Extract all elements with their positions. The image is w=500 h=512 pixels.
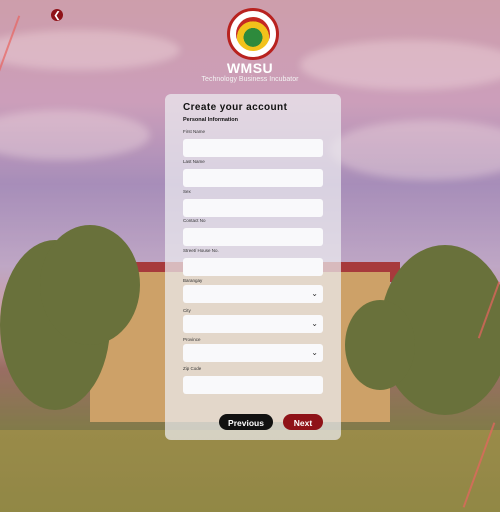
next-button[interactable]: Next: [283, 414, 323, 430]
chevron-down-icon: ⌄: [311, 289, 318, 298]
field-last-name: Last Name: [183, 159, 323, 187]
field-city: City ⌄: [183, 308, 323, 333]
field-label: Sex: [183, 189, 191, 194]
field-label: Barangay: [183, 278, 203, 283]
brand-subtitle: Technology Business Incubator: [201, 76, 299, 83]
brand-name: WMSU: [226, 60, 274, 76]
last-name-input[interactable]: [183, 169, 323, 187]
field-label: Contact No: [183, 218, 206, 223]
sex-input[interactable]: [183, 199, 323, 217]
field-sex: Sex: [183, 189, 323, 217]
barangay-select[interactable]: ⌄: [183, 285, 323, 303]
zip-code-input[interactable]: [183, 376, 323, 394]
field-street: Street/ House No.: [183, 248, 323, 276]
contact-no-input[interactable]: [183, 228, 323, 246]
chevron-down-icon: ⌄: [311, 319, 318, 328]
field-label: Last Name: [183, 159, 205, 164]
first-name-input[interactable]: [183, 139, 323, 157]
wmsu-tbi-logo: [227, 8, 279, 60]
field-label: Province: [183, 337, 201, 342]
field-contact-no: Contact No: [183, 218, 323, 246]
city-select[interactable]: ⌄: [183, 315, 323, 333]
form-title: Create your account: [183, 102, 288, 113]
field-province: Province ⌄: [183, 337, 323, 362]
chevron-left-icon: ❮: [53, 10, 61, 20]
chevron-down-icon: ⌄: [311, 348, 318, 357]
field-first-name: First Name: [183, 129, 323, 157]
province-select[interactable]: ⌄: [183, 344, 323, 362]
field-label: Zip Code: [183, 366, 202, 371]
field-label: City: [183, 308, 191, 313]
signup-card: Create your account Personal Information…: [165, 94, 341, 440]
back-button[interactable]: ❮: [51, 9, 63, 21]
street-house-input[interactable]: [183, 258, 323, 276]
field-zip-code: Zip Code: [183, 366, 323, 394]
field-barangay: Barangay ⌄: [183, 278, 323, 303]
previous-button[interactable]: Previous: [219, 414, 273, 430]
field-label: First Name: [183, 129, 206, 134]
field-label: Street/ House No.: [183, 248, 219, 253]
section-title: Personal Information: [183, 117, 239, 123]
